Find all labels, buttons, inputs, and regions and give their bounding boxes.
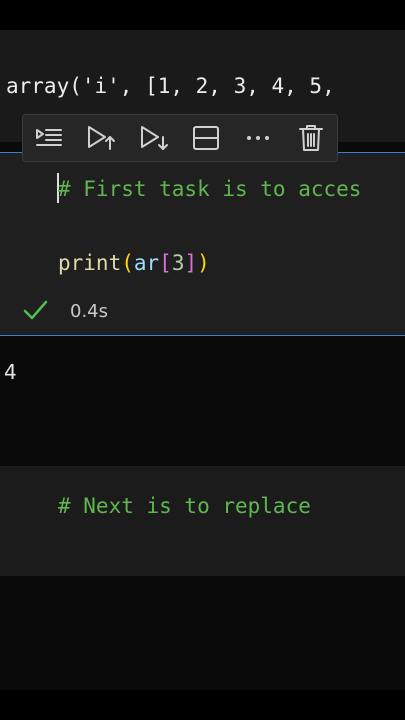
code-function: print	[58, 251, 122, 275]
execution-time: 0.4s	[70, 301, 109, 322]
run-down-icon	[140, 126, 168, 150]
code-paren-open: (	[121, 251, 134, 275]
code-bracket-open: [	[159, 251, 172, 275]
check-icon	[23, 300, 48, 320]
execute-cell-and-below-button[interactable]	[134, 118, 174, 158]
ellipsis-icon	[247, 136, 270, 140]
code-line[interactable]: print(ar[3])	[58, 251, 210, 275]
code-cell[interactable]: # First task is to acces print(ar[3]) 0.…	[0, 152, 405, 336]
code-variable: ar	[133, 251, 160, 275]
run-up-icon	[88, 126, 116, 150]
markdown-text[interactable]: # Next is to replace	[58, 494, 311, 518]
execute-above-cells-button[interactable]	[29, 118, 69, 158]
delete-cell-button[interactable]	[291, 118, 331, 158]
trash-icon	[298, 125, 323, 151]
markdown-cell[interactable]: # Next is to replace	[0, 466, 405, 576]
bottom-letterbox	[0, 690, 405, 720]
more-actions-button[interactable]	[238, 118, 278, 158]
execute-cell-and-above-button[interactable]	[81, 118, 121, 158]
code-bracket-close: ]	[184, 251, 198, 275]
top-letterbox	[0, 0, 405, 30]
code-index: 3	[171, 251, 185, 275]
run-above-icon	[36, 129, 63, 146]
split-cell-button[interactable]	[186, 118, 226, 158]
cell-toolbar	[22, 114, 338, 162]
code-comment[interactable]: # First task is to acces	[58, 177, 361, 201]
previous-output-text: array('i', [1, 2, 3, 4, 5,	[6, 74, 335, 98]
cell-output-value: 4	[4, 360, 17, 384]
code-paren-close: )	[197, 251, 210, 275]
split-cell-icon	[193, 126, 220, 150]
